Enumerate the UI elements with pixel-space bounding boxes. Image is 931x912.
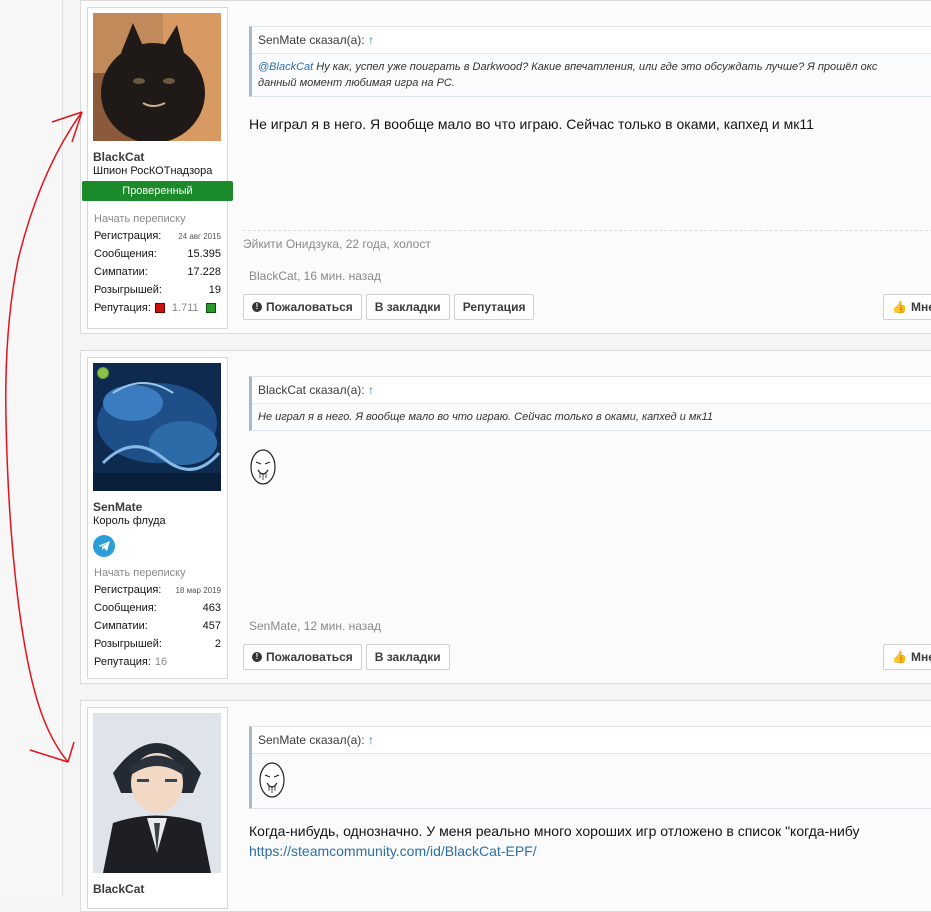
left-rail (0, 0, 63, 896)
report-button[interactable]: ! Пожаловаться (243, 294, 362, 320)
alert-icon: ! (252, 302, 262, 312)
post-blackcat-1: BlackCat Шпион РосКОТнадзора Проверенный… (80, 0, 931, 334)
stat-row: Регистрация: 24 авг 2015 (94, 230, 221, 242)
bookmark-button[interactable]: В закладки (365, 644, 450, 670)
quote-jump-icon[interactable]: ↑ (368, 33, 374, 47)
post-content: SenMate сказал(а): ↑ Когда-нибудь, одноз… (249, 701, 931, 911)
bookmark-button[interactable]: В закладки (365, 294, 450, 320)
like-button[interactable]: 👍Мне (883, 644, 931, 670)
reputation-value: 16 (154, 656, 168, 668)
stat-row: Симпатии: 17.228 (94, 266, 221, 278)
signature: Эйкити Онидзука, 22 года, холост (243, 230, 931, 251)
alert-icon: ! (252, 652, 262, 662)
meme-face-emoji (249, 448, 277, 491)
like-button[interactable]: 👍Мне (883, 294, 931, 320)
thread-stream: BlackCat Шпион РосКОТнадзора Проверенный… (80, 0, 931, 912)
reputation-button[interactable]: Репутация (453, 294, 535, 320)
post-content: BlackCat сказал(а): ↑ Не играл я в него.… (243, 351, 931, 683)
user-card: BlackCat (87, 707, 228, 909)
stat-row: Сообщения: 15.395 (94, 248, 221, 260)
post-content: SenMate сказал(а): ↑ @BlackCat Ну как, у… (243, 1, 931, 333)
verified-badge: Проверенный (82, 181, 233, 201)
username[interactable]: BlackCat (88, 146, 227, 164)
post-blackcat-2: BlackCat SenMate сказал(а): ↑ Когда-нибу… (80, 700, 931, 912)
rep-minus-icon[interactable] (154, 303, 165, 313)
start-conversation-link[interactable]: Начать переписку (94, 213, 221, 225)
thumbs-up-icon: 👍 (892, 300, 907, 314)
post-actions: ! Пожаловаться В закладки (243, 644, 450, 670)
stat-row: Розыгрышей: 19 (94, 284, 221, 296)
post-meta[interactable]: BlackCat, 16 мин. назад (249, 269, 381, 283)
thumbs-up-icon: 👍 (892, 650, 907, 664)
meme-face-emoji (258, 761, 286, 804)
post-meta[interactable]: SenMate, 12 мин. назад (249, 619, 381, 633)
reputation-value: 1.711 (171, 302, 199, 314)
user-title: Шпион РосКОТнадзора (93, 165, 213, 177)
user-card: SenMate Король флуда Начать переписку Ре… (87, 357, 228, 679)
stat-row: Сообщения: 463 (94, 602, 221, 614)
quote-block: BlackCat сказал(а): ↑ Не играл я в него.… (249, 376, 931, 431)
avatar[interactable] (93, 363, 221, 491)
rep-plus-icon[interactable] (205, 303, 216, 313)
online-status-icon (97, 367, 109, 379)
quote-jump-icon[interactable]: ↑ (368, 383, 374, 397)
quote-body: @BlackCat Ну как, успел уже поиграть в D… (258, 61, 878, 89)
user-title: Король флуда (93, 515, 166, 527)
steam-profile-link[interactable]: https://steamcommunity.com/id/BlackCat-E… (249, 843, 537, 859)
stat-row: Розыгрышей: 2 (94, 638, 221, 650)
quote-header: BlackCat сказал(а): ↑ (252, 377, 931, 404)
avatar[interactable] (93, 13, 221, 141)
reputation-row: Репутация: 1.711 (94, 299, 221, 317)
avatar[interactable] (93, 713, 221, 873)
quote-header: SenMate сказал(а): ↑ (252, 27, 931, 54)
user-card: BlackCat Шпион РосКОТнадзора Проверенный… (82, 7, 233, 329)
username[interactable]: SenMate (88, 496, 227, 514)
telegram-icon[interactable] (93, 535, 115, 557)
quote-body (252, 754, 931, 808)
quote-body: Не играл я в него. Я вообще мало во что … (258, 411, 714, 423)
quote-block: SenMate сказал(а): ↑ (249, 726, 931, 809)
user-stats: Начать переписку Регистрация: 18 мар 2019… (88, 563, 227, 677)
post-actions: ! Пожаловаться В закладки Репутация (243, 294, 535, 320)
start-conversation-link[interactable]: Начать переписку (94, 567, 221, 579)
reputation-row: Репутация: 16 (94, 656, 168, 668)
mention-link[interactable]: @BlackCat (258, 61, 313, 73)
stat-row: Регистрация: 18 мар 2019 (94, 584, 221, 596)
quote-header: SenMate сказал(а): ↑ (252, 727, 931, 754)
post-senmate: SenMate Король флуда Начать переписку Ре… (80, 350, 931, 684)
username[interactable]: BlackCat (88, 878, 227, 896)
message-text: Когда-нибудь, однозначно. У меня реально… (249, 823, 860, 859)
report-button[interactable]: ! Пожаловаться (243, 644, 362, 670)
message-text: Не играл я в него. Я вообще мало во что … (249, 116, 814, 132)
user-stats: Начать переписку Регистрация: 24 авг 2015… (88, 209, 227, 323)
stat-row: Симпатии: 457 (94, 620, 221, 632)
quote-jump-icon[interactable]: ↑ (368, 733, 374, 747)
quote-block: SenMate сказал(а): ↑ @BlackCat Ну как, у… (249, 26, 931, 97)
